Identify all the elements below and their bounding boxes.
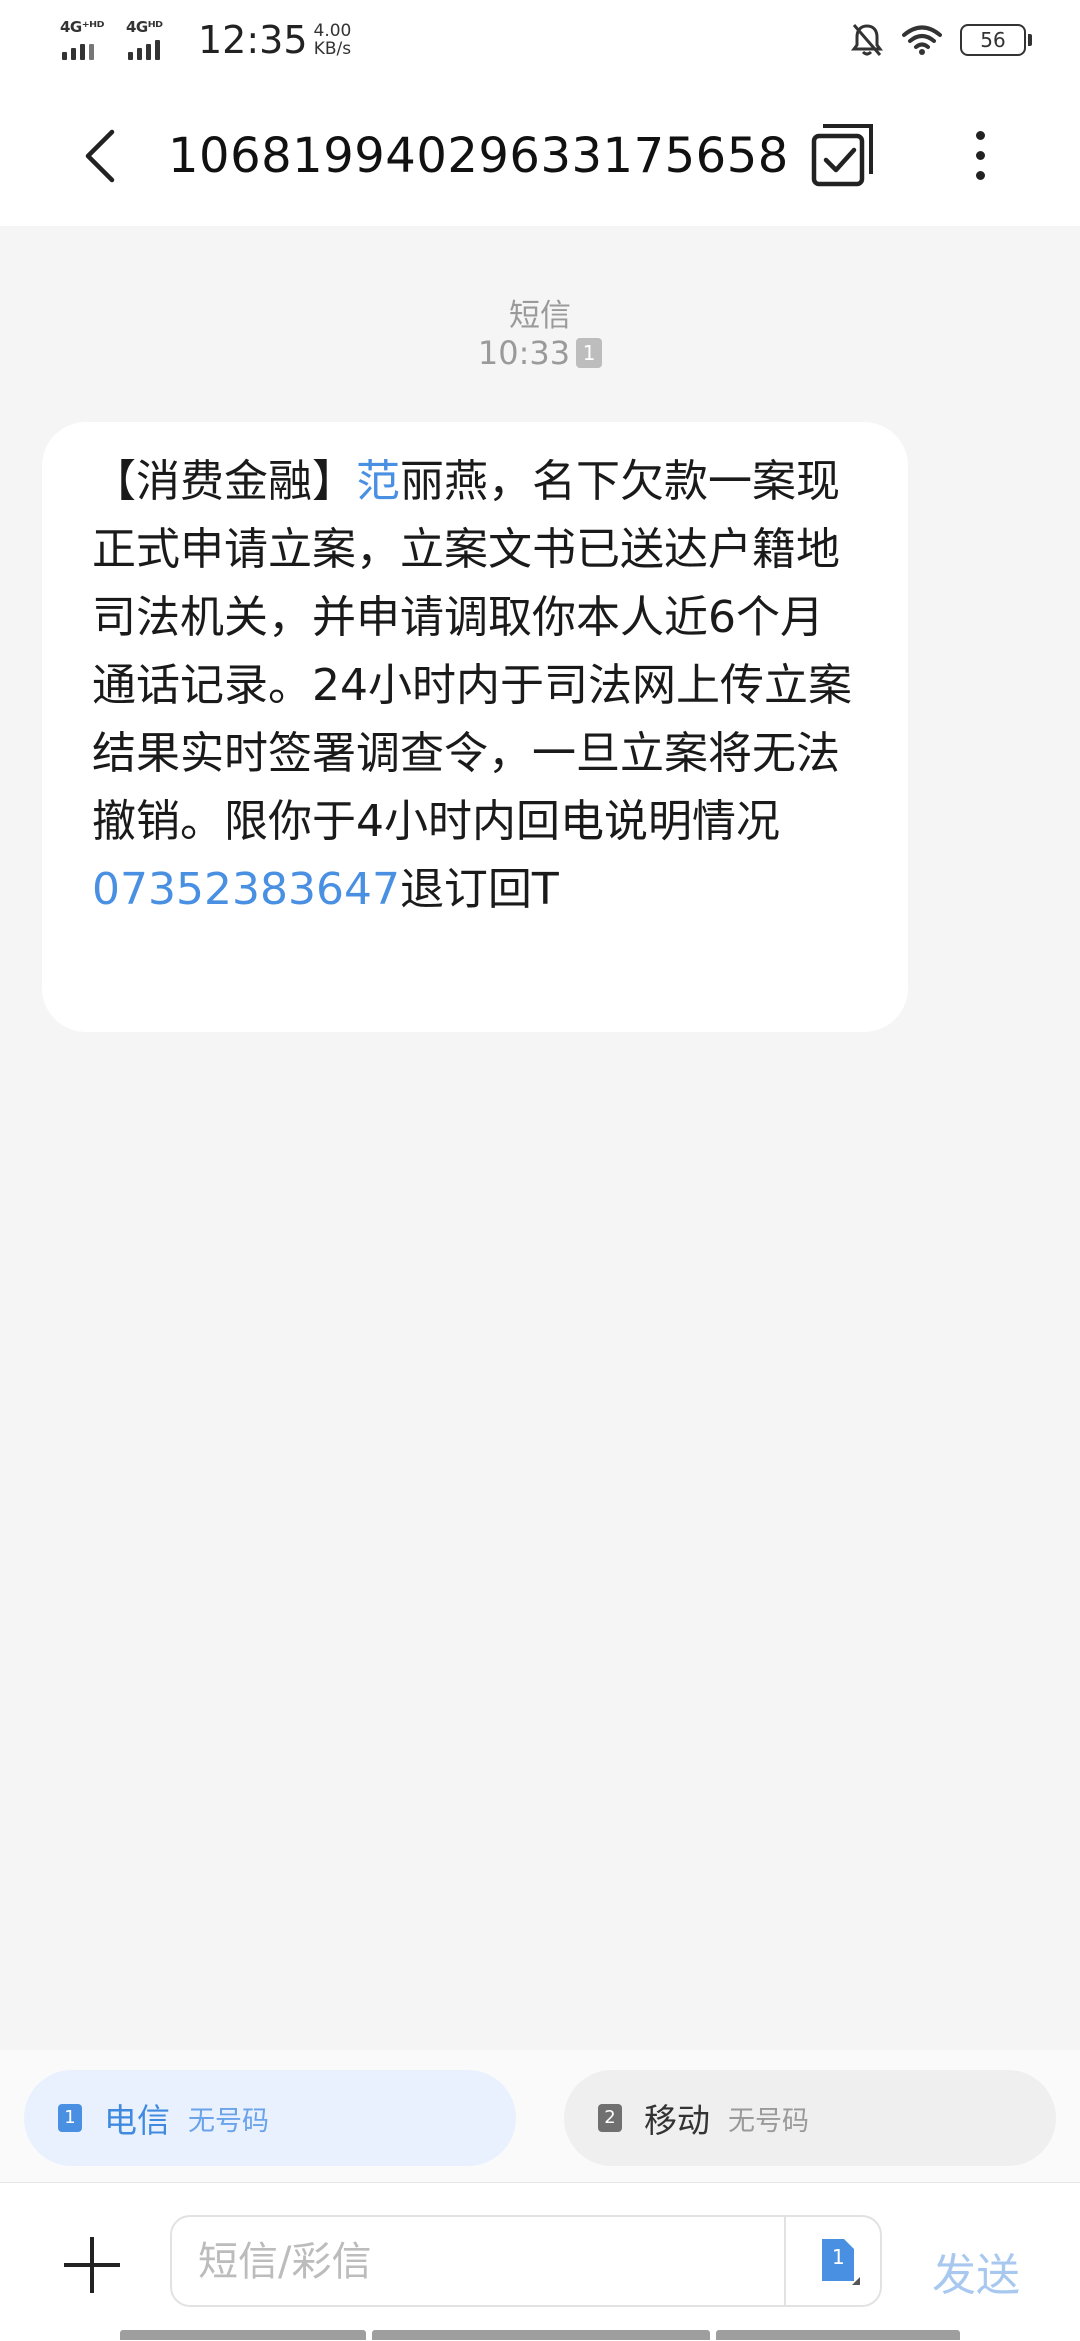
status-bar: 4G⁺ᴴᴰ 4Gᴴᴰ 12:35 4.00 KB/s 56 (0, 0, 1080, 84)
sim-switch-button[interactable]: 1 (812, 2233, 864, 2289)
message-input[interactable] (196, 2217, 760, 2307)
speed-unit: KB/s (313, 39, 352, 59)
network-speed: 4.00 KB/s (314, 22, 352, 58)
sim-card-icon: 2 (598, 2104, 622, 2132)
navigation-hint (716, 2330, 960, 2340)
sim1-button[interactable]: 1 电信 无号码 (24, 2070, 516, 2166)
navigation-hint (120, 2330, 366, 2340)
message-bubble[interactable]: 【消费金融】范丽燕，名下欠款一案现正式申请立案，立案文书已送达户籍地司法机关，并… (42, 422, 908, 1032)
back-button[interactable] (70, 116, 130, 196)
wifi-icon (902, 25, 942, 55)
phone-number-link[interactable]: 07352383647 (92, 864, 400, 915)
sim2-carrier: 移动 (644, 2101, 710, 2140)
composer: 1 发送 (0, 2182, 1080, 2341)
message-time: 10:33 (477, 334, 571, 372)
multi-select-button[interactable] (808, 120, 878, 190)
sim2-status: 无号码 (728, 2105, 809, 2137)
status-bar-right: 56 (850, 22, 1032, 58)
add-attachment-button[interactable] (64, 2235, 124, 2295)
sim1-network-label: 4G⁺ᴴᴰ (60, 18, 104, 36)
sim-card-icon: 1 (576, 338, 603, 368)
multi-select-icon (811, 124, 873, 187)
navigation-hint (372, 2330, 710, 2340)
contact-name-link[interactable]: 范 (356, 456, 400, 507)
message-timestamp: 10:33 1 (0, 334, 1080, 372)
sim-card-icon: 1 (58, 2104, 82, 2132)
speed-value: 4.00 (313, 21, 352, 41)
input-divider (784, 2217, 786, 2305)
page-title: 106819940296331756​58 (168, 128, 789, 184)
send-button[interactable]: 发送 (932, 2239, 1020, 2303)
message-type-label: 短信 (509, 298, 571, 334)
sim2-network-label: 4Gᴴᴰ (126, 18, 163, 36)
conversation-header: 106819940296331756​58 (0, 84, 1080, 226)
battery-icon: 56 (960, 24, 1032, 56)
message-input-container: 1 (170, 2215, 882, 2307)
sim-switch-number: 1 (832, 2245, 845, 2269)
clock: 12:35 (198, 18, 308, 62)
sim-selector: 1 电信 无号码 2 移动 无号码 (0, 2050, 1080, 2182)
more-vertical-icon (975, 130, 985, 140)
message-body: 丽燕，名下欠款一案现正式申请立案，立案文书已送达户籍地司法机关，并申请调取你本人… (92, 456, 852, 847)
mute-bell-icon (851, 24, 883, 56)
signal-icon: 4Gᴴᴰ (126, 18, 182, 62)
status-bar-left: 4G⁺ᴴᴰ 4Gᴴᴰ 12:35 4.00 KB/s (60, 18, 351, 62)
more-options-button[interactable] (950, 120, 1010, 190)
signal-icon: 4G⁺ᴴᴰ (60, 18, 116, 62)
message-suffix: 退订回T (399, 864, 559, 915)
message-list[interactable]: 短信 10:33 1 【消费金融】范丽燕，名下欠款一案现正式申请立案，立案文书已送… (0, 226, 1080, 2050)
chevron-left-icon (85, 129, 115, 183)
sim1-carrier: 电信 (104, 2101, 170, 2140)
message-prefix: 【消费金融】 (92, 456, 356, 507)
sim1-status: 无号码 (188, 2105, 269, 2137)
sim2-button[interactable]: 2 移动 无号码 (564, 2070, 1056, 2166)
